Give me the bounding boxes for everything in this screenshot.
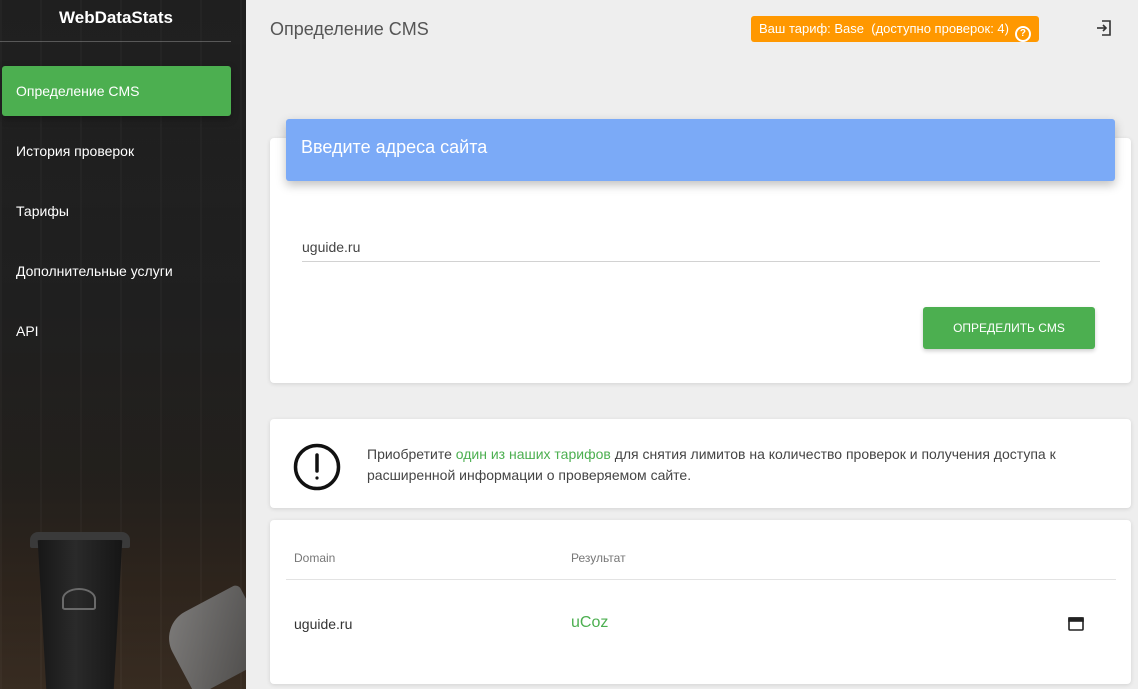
column-header-result: Результат bbox=[571, 551, 626, 565]
tariff-badge-label: Ваш тариф: Base (доступно проверок: 4) bbox=[759, 21, 1009, 36]
sidebar-item-api[interactable]: API bbox=[2, 306, 231, 356]
sidebar: WebDataStats Определение CMS История про… bbox=[0, 0, 246, 689]
sidebar-item-cms-detection[interactable]: Определение CMS bbox=[2, 66, 231, 116]
table-row-domain: uguide.ru bbox=[294, 616, 353, 632]
table-row-result: uCoz bbox=[571, 614, 609, 631]
page-title: Определение CMS bbox=[270, 19, 429, 39]
sidebar-item-extra-services[interactable]: Дополнительные услуги bbox=[2, 246, 231, 296]
column-header-domain: Domain bbox=[294, 551, 336, 565]
open-window-icon[interactable] bbox=[1068, 616, 1084, 632]
alert-circle-icon bbox=[293, 443, 341, 491]
upgrade-notice-text: Приобретите один из наших тарифов для сн… bbox=[367, 444, 1087, 486]
tariffs-link[interactable]: один из наших тарифов bbox=[456, 446, 611, 462]
sidebar-nav: Определение CMS История проверок Тарифы … bbox=[0, 66, 246, 366]
notice-text-before: Приобретите bbox=[367, 446, 456, 462]
site-form-title: Введите адреса сайта bbox=[286, 119, 1115, 181]
results-table-card bbox=[270, 520, 1131, 684]
site-url-input[interactable] bbox=[302, 232, 1100, 262]
table-divider bbox=[286, 579, 1116, 580]
sidebar-item-history[interactable]: История проверок bbox=[2, 126, 231, 176]
cup-logo-decoration bbox=[62, 588, 96, 610]
sidebar-item-tariffs[interactable]: Тарифы bbox=[2, 186, 231, 236]
brand-logo[interactable]: WebDataStats bbox=[0, 0, 232, 42]
logout-icon[interactable] bbox=[1095, 19, 1113, 37]
question-circle-icon[interactable]: ? bbox=[1014, 26, 1031, 42]
detect-cms-button[interactable]: Определить CMS bbox=[923, 307, 1095, 349]
tariff-badge[interactable]: Ваш тариф: Base (доступно проверок: 4)? bbox=[751, 16, 1039, 42]
coffee-cup-decoration bbox=[37, 540, 123, 689]
brand-divider bbox=[0, 41, 231, 42]
